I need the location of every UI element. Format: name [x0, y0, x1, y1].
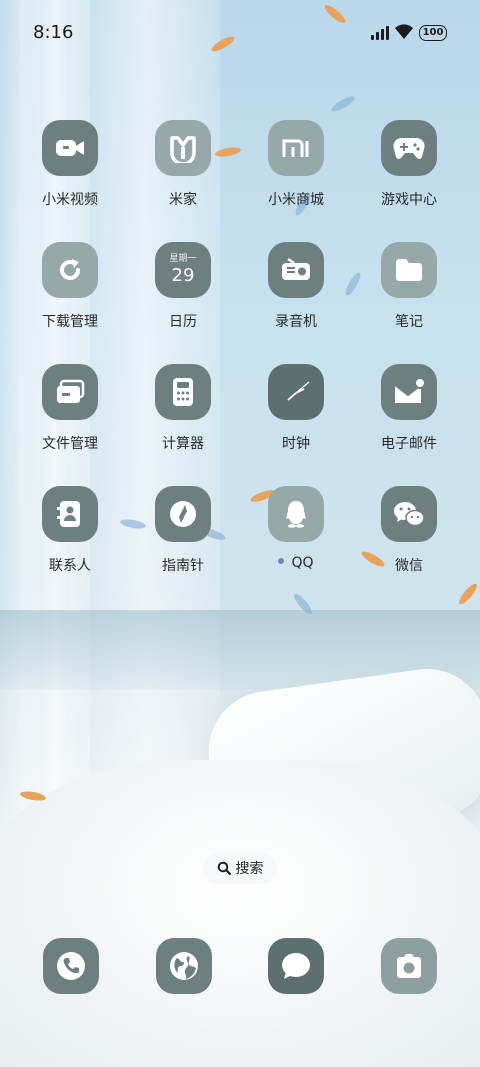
message-icon: [282, 953, 310, 979]
app-compass[interactable]: 指南针: [128, 486, 238, 575]
dock-phone[interactable]: [43, 938, 99, 994]
app-contacts[interactable]: 联系人: [15, 486, 125, 575]
app-download-manager[interactable]: 下载管理: [15, 242, 125, 331]
status-bar: 8:16 100: [0, 0, 480, 68]
search-icon: [217, 861, 231, 875]
file-card-icon: [42, 364, 98, 420]
search-label: 搜索: [235, 861, 264, 877]
app-label: 下载管理: [42, 314, 98, 330]
radio-recorder-icon: [268, 242, 324, 298]
app-mi-store[interactable]: 小米商城: [241, 120, 351, 209]
app-game-center[interactable]: 游戏中心: [354, 120, 464, 209]
app-label: 录音机: [275, 314, 317, 330]
wifi-icon: [395, 24, 413, 39]
dock-messages[interactable]: [268, 938, 324, 994]
app-label: 微信: [395, 558, 423, 574]
video-camera-icon: [42, 120, 98, 176]
wechat-icon: [381, 486, 437, 542]
status-time: 8:16: [33, 22, 74, 43]
browser-globe-icon: [170, 952, 198, 980]
app-calendar[interactable]: 星期一 29 日历: [128, 242, 238, 331]
app-label: 小米商城: [268, 192, 324, 208]
new-install-dot: [278, 558, 285, 564]
app-label: 时钟: [282, 436, 310, 452]
cellular-signal-icon: [371, 26, 389, 40]
calendar-icon: 星期一 29: [155, 242, 211, 298]
app-file-manager[interactable]: 文件管理: [15, 364, 125, 453]
app-label: 指南针: [162, 558, 204, 574]
app-label: 日历: [169, 314, 197, 330]
gamepad-icon: [381, 120, 437, 176]
app-label: 联系人: [49, 558, 91, 574]
folder-icon: [381, 242, 437, 298]
app-recorder[interactable]: 录音机: [241, 242, 351, 331]
app-qq[interactable]: QQ: [241, 486, 351, 571]
app-label: 计算器: [162, 436, 204, 452]
app-mi-video[interactable]: 小米视频: [15, 120, 125, 209]
app-label: 游戏中心: [381, 192, 437, 208]
app-label: QQ: [241, 555, 351, 571]
download-refresh-icon: [42, 242, 98, 298]
qq-penguin-icon: [268, 486, 324, 542]
compass-icon: [155, 486, 211, 542]
app-label: 笔记: [395, 314, 423, 330]
phone-icon: [57, 952, 85, 980]
clock-icon: [268, 364, 324, 420]
calculator-icon: [155, 364, 211, 420]
mail-icon: [381, 364, 437, 420]
app-label: 电子邮件: [381, 436, 437, 452]
calendar-weekday: 星期一: [169, 253, 197, 264]
camera-icon: [397, 954, 421, 978]
search-button[interactable]: 搜索: [203, 852, 277, 884]
mijia-icon: [155, 120, 211, 176]
app-label: 小米视频: [42, 192, 98, 208]
dock-camera[interactable]: [381, 938, 437, 994]
calendar-day: 29: [171, 264, 195, 286]
dock-browser[interactable]: [156, 938, 212, 994]
battery-icon: 100: [419, 25, 447, 41]
app-mijia[interactable]: 米家: [128, 120, 238, 209]
app-clock[interactable]: 时钟: [241, 364, 351, 453]
app-label: 米家: [169, 192, 197, 208]
app-email[interactable]: 电子邮件: [354, 364, 464, 453]
mi-store-icon: [268, 120, 324, 176]
app-calculator[interactable]: 计算器: [128, 364, 238, 453]
app-notes[interactable]: 笔记: [354, 242, 464, 331]
contacts-icon: [42, 486, 98, 542]
app-label: 文件管理: [42, 436, 98, 452]
app-wechat[interactable]: 微信: [354, 486, 464, 575]
